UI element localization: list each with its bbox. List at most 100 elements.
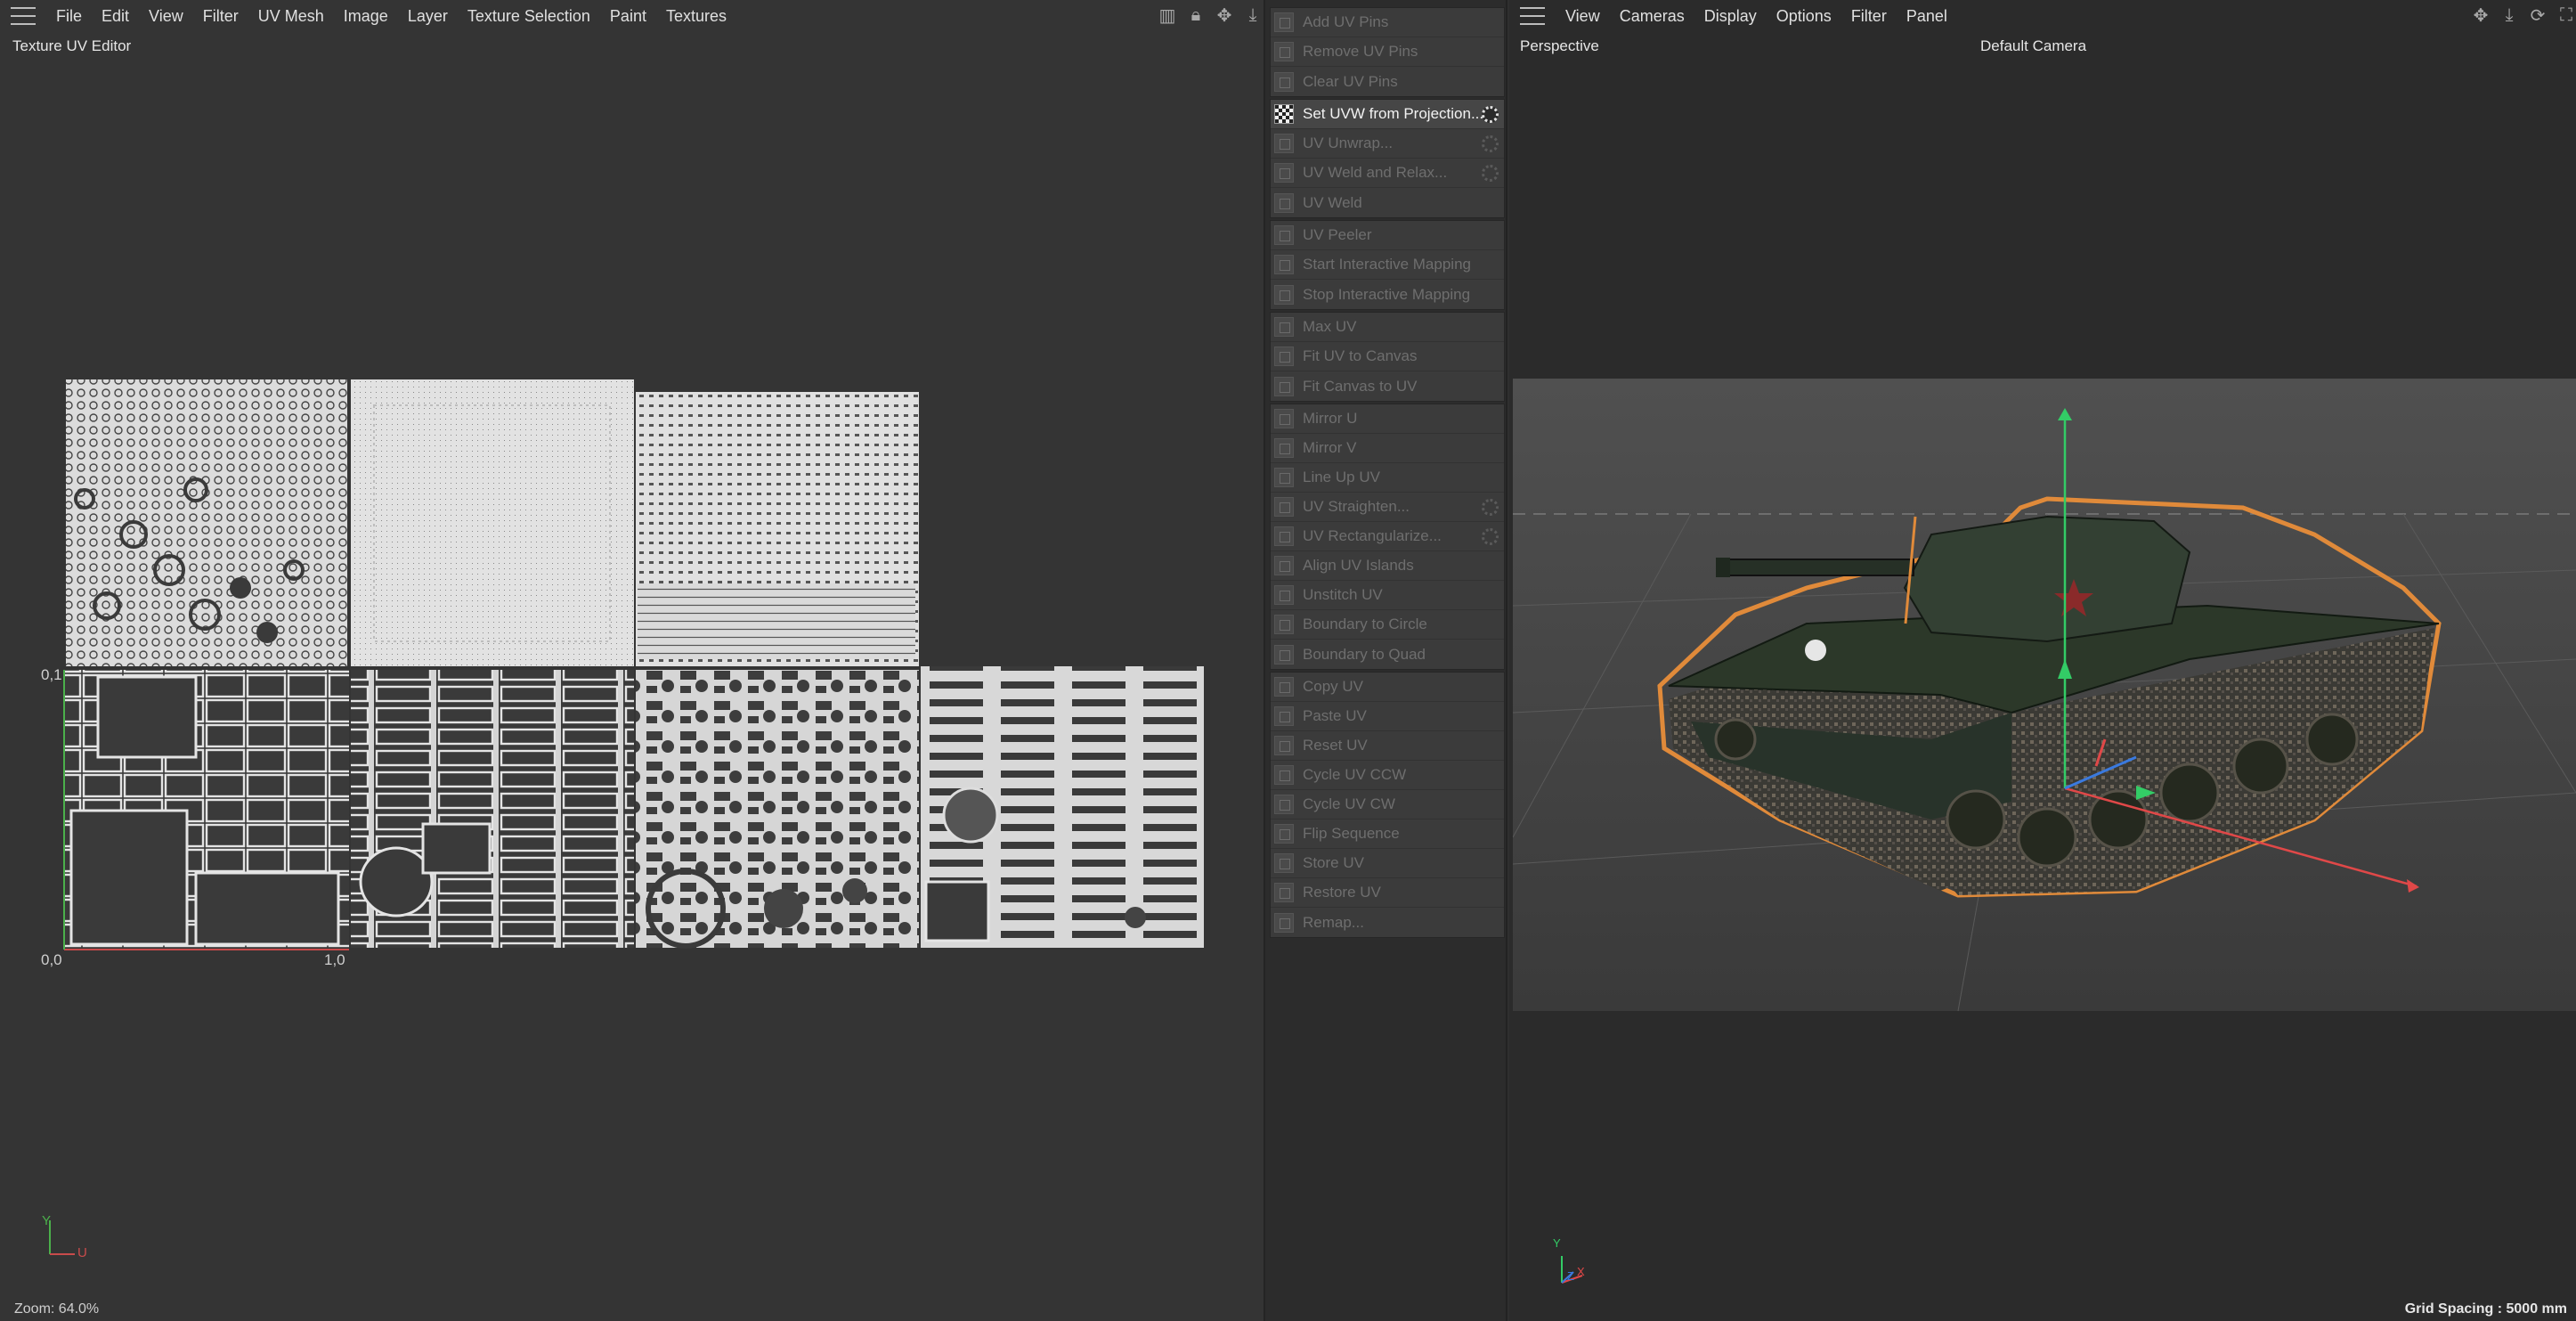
command-icon [1274, 347, 1294, 366]
command-uv-unwrap[interactable]: UV Unwrap... [1271, 129, 1504, 159]
command-label: Cycle UV CW [1303, 795, 1395, 812]
settings-gear-icon[interactable] [1482, 528, 1499, 545]
command-restore-uv[interactable]: Restore UV [1271, 878, 1504, 908]
viewport-menubar: View Cameras Display Options Filter Pane… [1509, 0, 1957, 32]
command-label: Max UV [1303, 318, 1357, 335]
vp-menu-filter[interactable]: Filter [1841, 7, 1897, 26]
command-uv-straighten[interactable]: UV Straighten... [1271, 493, 1504, 522]
command-remove-uv-pins[interactable]: Remove UV Pins [1271, 37, 1504, 67]
command-store-uv[interactable]: Store UV [1271, 849, 1504, 878]
command-set-uvw-from-projection[interactable]: Set UVW from Projection... [1271, 100, 1504, 129]
command-boundary-to-quad[interactable]: Boundary to Quad [1271, 640, 1504, 669]
command-cycle-uv-ccw[interactable]: Cycle UV CCW [1271, 761, 1504, 790]
command-label: Store UV [1303, 854, 1364, 871]
vp-axis-x-label: X [1577, 1265, 1585, 1278]
command-icon [1274, 883, 1294, 902]
command-icon [1274, 497, 1294, 517]
command-mirror-v[interactable]: Mirror V [1271, 434, 1504, 463]
command-icon [1274, 12, 1294, 32]
settings-gear-icon[interactable] [1482, 106, 1499, 123]
command-icon [1274, 677, 1294, 697]
command-label: Stop Interactive Mapping [1303, 285, 1471, 303]
command-label: UV Weld and Relax... [1303, 164, 1448, 181]
command-label: Line Up UV [1303, 469, 1380, 485]
command-flip-sequence[interactable]: Flip Sequence [1271, 820, 1504, 849]
command-align-uv-islands[interactable]: Align UV Islands [1271, 551, 1504, 581]
command-stop-interactive-mapping[interactable]: Stop Interactive Mapping [1271, 280, 1504, 309]
uv-label-origin: 0,0 [41, 951, 62, 968]
command-label: UV Straighten... [1303, 498, 1410, 515]
command-label: Align UV Islands [1303, 557, 1414, 574]
command-icon [1274, 644, 1294, 665]
command-group-4: Max UV Fit UV to Canvas Fit Canvas to UV [1270, 312, 1505, 402]
command-cycle-uv-cw[interactable]: Cycle UV CW [1271, 790, 1504, 820]
uv-canvas[interactable] [0, 0, 1265, 1321]
settings-gear-icon[interactable] [1482, 135, 1499, 152]
command-label: Boundary to Circle [1303, 616, 1427, 632]
command-label: Add UV Pins [1303, 13, 1389, 30]
command-paste-uv[interactable]: Paste UV [1271, 702, 1504, 731]
vp-menu-options[interactable]: Options [1767, 7, 1841, 26]
pan-down-icon[interactable]: ⤓ [2499, 5, 2519, 25]
3d-scene-canvas[interactable] [1513, 36, 2576, 1321]
command-group-5: Mirror U Mirror V Line Up UV UV Straighten.… [1270, 404, 1505, 670]
command-label: Mirror U [1303, 410, 1358, 427]
command-icon [1274, 556, 1294, 575]
camera-name[interactable]: Default Camera [1980, 37, 2086, 55]
application-window: File Edit View Filter UV Mesh Image Laye… [0, 0, 2576, 1321]
command-icon [1274, 255, 1294, 274]
command-mirror-u[interactable]: Mirror U [1271, 404, 1504, 434]
command-start-interactive-mapping[interactable]: Start Interactive Mapping [1271, 250, 1504, 280]
uv-label-v-one: 0,1 [41, 666, 62, 683]
vp-menu-view[interactable]: View [1556, 7, 1610, 26]
move-icon[interactable]: ✥ [2471, 5, 2491, 26]
vp-menu-panel[interactable]: Panel [1897, 7, 1957, 26]
command-group-3: UV Peeler Start Interactive Mapping Stop I… [1270, 220, 1505, 310]
viewport-nav-icons: ✥ ⤓ ⟳ ⛶ [2471, 5, 2576, 26]
command-label: Boundary to Quad [1303, 645, 1426, 663]
uv-axis-y-label: Y [42, 1213, 52, 1228]
vp-menu-cameras[interactable]: Cameras [1610, 7, 1694, 26]
view-name: Perspective [1520, 37, 1599, 54]
command-add-uv-pins[interactable]: Add UV Pins [1271, 8, 1504, 37]
command-uv-weld-and-relax[interactable]: UV Weld and Relax... [1271, 159, 1504, 188]
command-reset-uv[interactable]: Reset UV [1271, 731, 1504, 761]
command-uv-weld[interactable]: UV Weld [1271, 188, 1504, 217]
command-uv-rectangularize[interactable]: UV Rectangularize... [1271, 522, 1504, 551]
hamburger-menu-icon[interactable] [1520, 7, 1545, 25]
vp-axis-z-label: Z [1567, 1269, 1574, 1283]
command-fit-uv-to-canvas[interactable]: Fit UV to Canvas [1271, 342, 1504, 371]
uv-commands-palette: Add UV Pins Remove UV Pins Clear UV Pins Se… [1265, 0, 1507, 1321]
command-copy-uv[interactable]: Copy UV [1271, 673, 1504, 702]
settings-gear-icon[interactable] [1482, 499, 1499, 516]
command-label: UV Peeler [1303, 226, 1372, 243]
command-label: UV Weld [1303, 193, 1362, 211]
command-icon [1274, 317, 1294, 337]
command-group-1: Add UV Pins Remove UV Pins Clear UV Pins [1270, 7, 1505, 97]
command-clear-uv-pins[interactable]: Clear UV Pins [1271, 67, 1504, 96]
command-remap[interactable]: Remap... [1271, 908, 1504, 937]
command-icon [1274, 824, 1294, 844]
command-icon [1274, 765, 1294, 785]
uv-tile-top-2 [351, 379, 634, 666]
command-fit-canvas-to-uv[interactable]: Fit Canvas to UV [1271, 371, 1504, 401]
command-label: Paste UV [1303, 707, 1367, 724]
maximize-icon[interactable]: ⛶ [2556, 5, 2576, 25]
command-label: Mirror V [1303, 439, 1357, 456]
command-uv-peeler[interactable]: UV Peeler [1271, 221, 1504, 250]
command-unstitch-uv[interactable]: Unstitch UV [1271, 581, 1504, 610]
command-icon [1274, 526, 1294, 546]
command-icon [1274, 853, 1294, 873]
command-boundary-to-circle[interactable]: Boundary to Circle [1271, 610, 1504, 640]
command-label: UV Unwrap... [1303, 135, 1394, 151]
command-line-up-uv[interactable]: Line Up UV [1271, 463, 1504, 493]
command-icon [1274, 192, 1294, 213]
command-max-uv[interactable]: Max UV [1271, 313, 1504, 342]
command-label: Copy UV [1303, 678, 1364, 695]
settings-gear-icon[interactable] [1482, 165, 1499, 182]
uv-axis-u-label: U [77, 1245, 87, 1260]
vp-menu-display[interactable]: Display [1694, 7, 1767, 26]
rotate-icon[interactable]: ⟳ [2528, 5, 2548, 26]
command-group-6: Copy UV Paste UV Reset UV Cycle UV CCW Cycle… [1270, 672, 1505, 938]
command-icon [1274, 42, 1294, 61]
